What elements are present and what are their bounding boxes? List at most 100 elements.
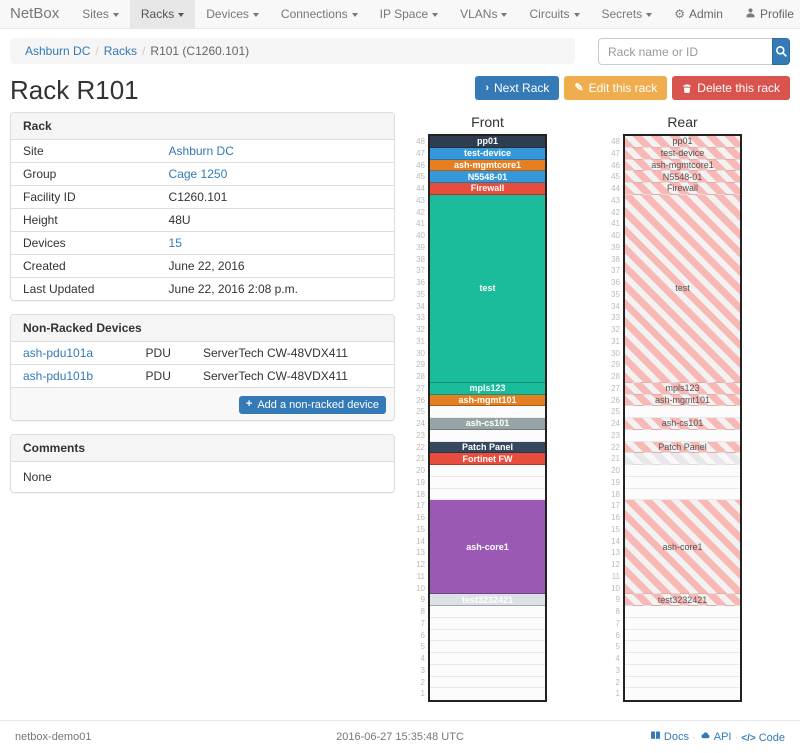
device-block[interactable]: test3232421 [430,594,545,606]
comments-body: None [11,462,394,492]
footer-link-code[interactable]: </>Code [741,732,785,744]
device-block[interactable]: test-device [625,148,740,160]
attr-value: Ashburn DC [157,140,394,163]
unit-number: 26 [607,395,623,407]
navbar: NetBox SitesRacksDevicesConnectionsIP Sp… [0,0,800,29]
footer-link-label: Docs [664,731,689,743]
next-rack-button[interactable]: › Next Rack [475,76,559,100]
rack-panel-title: Rack [11,113,394,140]
unit-number: 25 [412,406,428,418]
device-block[interactable]: Fortinet FW [430,453,545,465]
unit-number: 34 [607,301,623,313]
device-block [625,453,740,465]
unit-number: 16 [412,512,428,524]
empty-unit [625,653,740,665]
attr-value-link[interactable]: Ashburn DC [169,144,234,158]
nonracked-footer: + Add a non-racked device [11,387,394,420]
device-block[interactable]: Firewall [625,183,740,195]
empty-unit [430,465,545,477]
empty-unit [625,677,740,689]
device-block[interactable]: ash-mgmtcore1 [625,160,740,172]
device-block[interactable]: N5548-01 [625,171,740,183]
device-link[interactable]: ash-pdu101b [23,369,93,383]
front-rack: pp01test-deviceash-mgmtcore1N5548-01Fire… [428,134,547,702]
unit-number: 34 [412,301,428,313]
device-block[interactable]: Patch Panel [430,442,545,454]
delete-rack-button[interactable]: Delete this rack [672,76,790,100]
unit-number: 27 [412,383,428,395]
device-block[interactable]: ash-core1 [430,500,545,594]
attr-value-link[interactable]: Cage 1250 [169,167,228,181]
empty-unit [625,665,740,677]
device-block[interactable]: ash-cs101 [625,418,740,430]
device-block[interactable]: ash-mgmt101 [625,395,740,407]
front-elevation-title: Front [428,114,547,130]
add-nonracked-device-button[interactable]: + Add a non-racked device [239,396,386,414]
unit-number: 47 [412,148,428,160]
front-unit-numbers: 4847464544434241403938373635343332313029… [412,134,428,702]
book-icon [650,730,661,744]
device-block[interactable]: Firewall [430,183,545,195]
unit-number: 48 [412,136,428,148]
breadcrumb-item[interactable]: Ashburn DC [25,44,90,58]
device-block[interactable]: ash-mgmtcore1 [430,160,545,172]
device-block[interactable]: ash-cs101 [430,418,545,430]
empty-unit [430,618,545,630]
nav-item-vlans[interactable]: VLANs [449,0,518,28]
breadcrumb-item[interactable]: Racks [104,44,137,58]
unit-number: 30 [412,348,428,360]
chevron-down-icon [352,13,358,17]
nav-item-admin[interactable]: ⚙Admin [663,0,734,28]
nav-item-profile[interactable]: Profile [734,0,800,28]
nav-item-devices[interactable]: Devices [195,0,270,28]
nav-item-circuits[interactable]: Circuits [518,0,590,28]
footer-link-separator: · [689,732,699,744]
nav-item-racks[interactable]: Racks [130,0,195,28]
empty-unit [430,665,545,677]
brand-logo[interactable]: NetBox [0,0,71,28]
footer-link-docs[interactable]: Docs [650,730,689,744]
device-block[interactable]: mpls123 [625,383,740,395]
search-input[interactable] [598,38,772,65]
device-block[interactable]: pp01 [625,136,740,148]
rack-elevations: Front 4847464544434241403938373635343332… [412,112,742,702]
device-block[interactable]: test [625,195,740,383]
device-block[interactable]: test-device [430,148,545,160]
device-link[interactable]: ash-pdu101a [23,346,93,360]
unit-number: 28 [412,371,428,383]
unit-number: 28 [607,371,623,383]
unit-number: 31 [412,336,428,348]
search-button[interactable] [772,38,790,65]
nav-item-sites[interactable]: Sites [71,0,130,28]
device-block[interactable]: Patch Panel [625,442,740,454]
nonracked-body: ash-pdu101aPDUServerTech CW-48VDX411ash-… [11,342,394,387]
empty-unit [430,641,545,653]
device-block[interactable]: N5548-01 [430,171,545,183]
empty-unit [625,477,740,489]
device-block[interactable]: ash-core1 [625,500,740,594]
attr-label: Created [11,255,157,278]
nav-item-secrets[interactable]: Secrets [591,0,664,28]
edit-rack-button[interactable]: ✎ Edit this rack [564,76,667,100]
unit-number: 2 [412,677,428,689]
nav-item-ip-space[interactable]: IP Space [369,0,449,28]
device-block[interactable]: pp01 [430,136,545,148]
unit-number: 23 [412,430,428,442]
cloud-icon [699,730,711,744]
table-row: ash-pdu101aPDUServerTech CW-48VDX411 [11,342,394,365]
nav-item-connections[interactable]: Connections [270,0,369,28]
device-block[interactable]: test3232421 [625,594,740,606]
device-role-cell: PDU [134,342,191,365]
unit-number: 39 [607,242,623,254]
attr-value-link[interactable]: 15 [169,236,182,250]
footer-link-api[interactable]: API [699,730,732,744]
unit-number: 8 [412,606,428,618]
empty-unit [430,677,545,689]
action-buttons: › Next Rack ✎ Edit this rack Delete this… [475,76,790,100]
unit-number: 21 [607,453,623,465]
device-block[interactable]: test [430,195,545,383]
empty-unit [430,630,545,642]
device-block[interactable]: mpls123 [430,383,545,395]
device-block[interactable]: ash-mgmt101 [430,395,545,407]
unit-number: 40 [607,230,623,242]
